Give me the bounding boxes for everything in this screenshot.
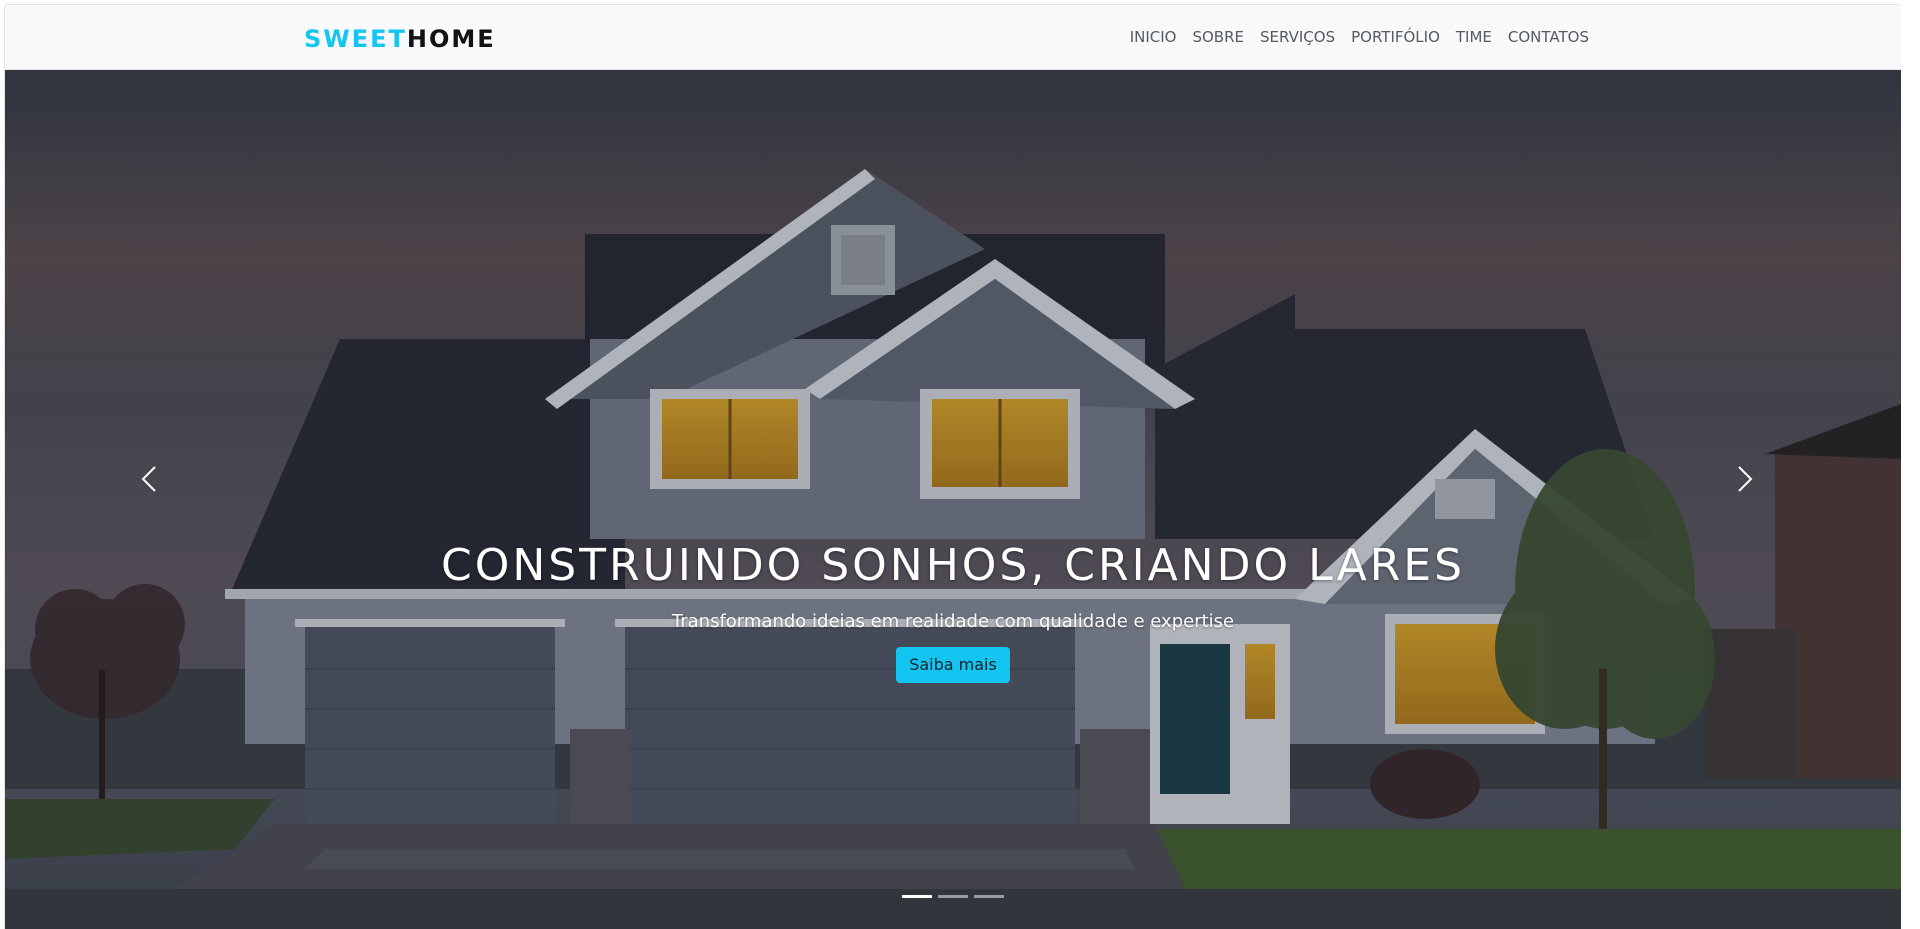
nav-menu: INICIO SOBRE SERVIÇOS PORTIFÓLIO TIME CO…	[1122, 5, 1597, 69]
chevron-left-icon	[141, 466, 156, 492]
hero-carousel: CONSTRUINDO SONHOS, CRIANDO LARES Transf…	[5, 69, 1901, 929]
nav-item-servicos[interactable]: SERVIÇOS	[1252, 28, 1343, 46]
nav-item-inicio[interactable]: INICIO	[1122, 28, 1185, 46]
saiba-mais-button[interactable]: Saiba mais	[896, 647, 1010, 683]
carousel-next-button[interactable]	[1725, 449, 1765, 509]
hero-subtitle: Transformando ideias em realidade com qu…	[671, 611, 1235, 632]
browser-viewport: SWEETHOME INICIO SOBRE SERVIÇOS PORTIFÓL…	[4, 4, 1901, 929]
nav-item-contatos[interactable]: CONTATOS	[1500, 28, 1597, 46]
chevron-right-icon	[1738, 466, 1753, 492]
carousel-indicators	[5, 895, 1901, 898]
brand-logo-sweet: SWEET	[304, 25, 407, 53]
brand-logo[interactable]: SWEETHOME	[304, 25, 496, 53]
hero-caption: CONSTRUINDO SONHOS, CRIANDO LARES Transf…	[5, 539, 1901, 683]
carousel-indicator-2[interactable]	[938, 895, 968, 898]
nav-item-portifolio[interactable]: PORTIFÓLIO	[1343, 28, 1448, 46]
hero-dark-overlay	[5, 69, 1901, 929]
navbar: SWEETHOME INICIO SOBRE SERVIÇOS PORTIFÓL…	[5, 5, 1901, 70]
nav-item-sobre[interactable]: SOBRE	[1184, 28, 1252, 46]
carousel-indicator-1[interactable]	[902, 895, 932, 898]
hero-title: CONSTRUINDO SONHOS, CRIANDO LARES	[440, 540, 1466, 591]
nav-item-time[interactable]: TIME	[1448, 28, 1500, 46]
brand-logo-home: HOME	[406, 25, 496, 53]
carousel-indicator-3[interactable]	[974, 895, 1004, 898]
carousel-prev-button[interactable]	[129, 449, 169, 509]
